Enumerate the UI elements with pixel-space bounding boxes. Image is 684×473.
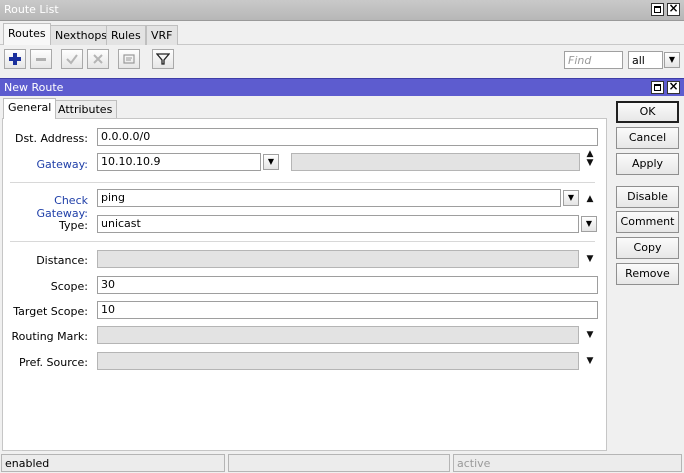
tab-attributes[interactable]: Attributes — [53, 100, 118, 119]
routing-mark-expand-icon[interactable]: ▼ — [584, 330, 596, 340]
pref-source-input[interactable] — [97, 352, 579, 370]
tab-nexthops[interactable]: Nexthops — [50, 25, 113, 45]
cancel-button[interactable]: Cancel — [616, 127, 679, 149]
routing-mark-label: Routing Mark: — [11, 330, 88, 343]
pref-source-label: Pref. Source: — [18, 356, 88, 369]
route-list-titlebar[interactable]: Route List × — [0, 0, 684, 21]
close-icon[interactable]: × — [667, 1, 680, 16]
separator — [10, 182, 595, 183]
target-scope-input[interactable]: 10 — [97, 301, 598, 319]
distance-label: Distance: — [36, 254, 88, 267]
tab-general[interactable]: General — [3, 98, 57, 119]
status-enabled: enabled — [1, 454, 225, 472]
filter-button[interactable] — [152, 49, 174, 69]
check-gateway-select[interactable]: ping — [97, 189, 561, 207]
ok-button[interactable]: OK — [616, 101, 679, 123]
chevron-down-icon: ▼ — [585, 219, 593, 228]
close-icon[interactable]: × — [667, 79, 680, 94]
disable-button[interactable]: Disable — [616, 186, 679, 208]
check-gateway-collapse-icon[interactable]: ▲ — [584, 194, 596, 204]
plus-icon — [9, 53, 21, 65]
filter-select-value: all — [632, 54, 645, 67]
comment-button[interactable]: Comment — [616, 211, 679, 233]
new-route-titlebar[interactable]: New Route × — [0, 78, 684, 96]
gateway-input[interactable]: 10.10.10.9 — [97, 153, 261, 171]
maximize-icon[interactable] — [651, 3, 664, 16]
remove-item-button[interactable] — [30, 49, 52, 69]
gateway-secondary-input — [291, 153, 580, 171]
filter-select[interactable]: all — [628, 51, 663, 69]
target-scope-label: Target Scope: — [13, 305, 88, 318]
scope-label: Scope: — [50, 280, 88, 293]
new-route-title: New Route — [4, 81, 64, 94]
pref-source-expand-icon[interactable]: ▼ — [584, 356, 596, 366]
gateway-updown-icon[interactable]: ▲ ▼ — [584, 150, 596, 168]
distance-input[interactable] — [97, 250, 579, 268]
filter-icon — [155, 53, 171, 65]
type-label: Type: — [59, 219, 88, 232]
check-gateway-dropdown-button[interactable]: ▼ — [563, 190, 579, 206]
copy-button[interactable]: Copy — [616, 237, 679, 259]
filter-dropdown-button[interactable]: ▼ — [664, 52, 680, 68]
route-list-tabbar: Routes Nexthops Rules VRF — [0, 22, 684, 45]
check-icon — [66, 54, 78, 65]
cross-icon — [93, 54, 103, 64]
remove-button[interactable]: Remove — [616, 263, 679, 285]
tab-vrf[interactable]: VRF — [146, 25, 178, 45]
type-select[interactable]: unicast — [97, 215, 579, 233]
routing-mark-input[interactable] — [97, 326, 579, 344]
distance-expand-icon[interactable]: ▼ — [584, 254, 596, 264]
type-dropdown-button[interactable]: ▼ — [581, 216, 597, 232]
gateway-dropdown-button[interactable]: ▼ — [263, 154, 279, 170]
chevron-down-icon: ▼ — [668, 55, 676, 64]
route-list-title: Route List — [4, 3, 59, 16]
disable-item-button[interactable] — [87, 49, 109, 69]
separator — [10, 241, 595, 242]
add-button[interactable] — [4, 49, 26, 69]
minus-icon — [36, 58, 46, 61]
note-icon — [123, 54, 135, 64]
apply-button[interactable]: Apply — [616, 153, 679, 175]
dst-address-label: Dst. Address: — [14, 132, 88, 145]
tab-routes[interactable]: Routes — [3, 23, 51, 45]
maximize-icon[interactable] — [651, 81, 664, 94]
dst-address-input[interactable]: 0.0.0.0/0 — [97, 128, 598, 146]
status-middle — [228, 454, 450, 472]
gateway-label[interactable]: Gateway: — [2, 158, 89, 171]
find-input[interactable]: Find — [564, 51, 623, 69]
comment-item-button[interactable] — [118, 49, 140, 69]
chevron-down-icon: ▼ — [267, 157, 275, 166]
enable-button[interactable] — [61, 49, 83, 69]
check-gateway-label[interactable]: Check Gateway: — [2, 194, 89, 220]
scope-input[interactable]: 30 — [97, 276, 598, 294]
chevron-down-icon: ▼ — [567, 193, 575, 202]
tab-rules[interactable]: Rules — [106, 25, 146, 45]
status-active: active — [453, 454, 682, 472]
